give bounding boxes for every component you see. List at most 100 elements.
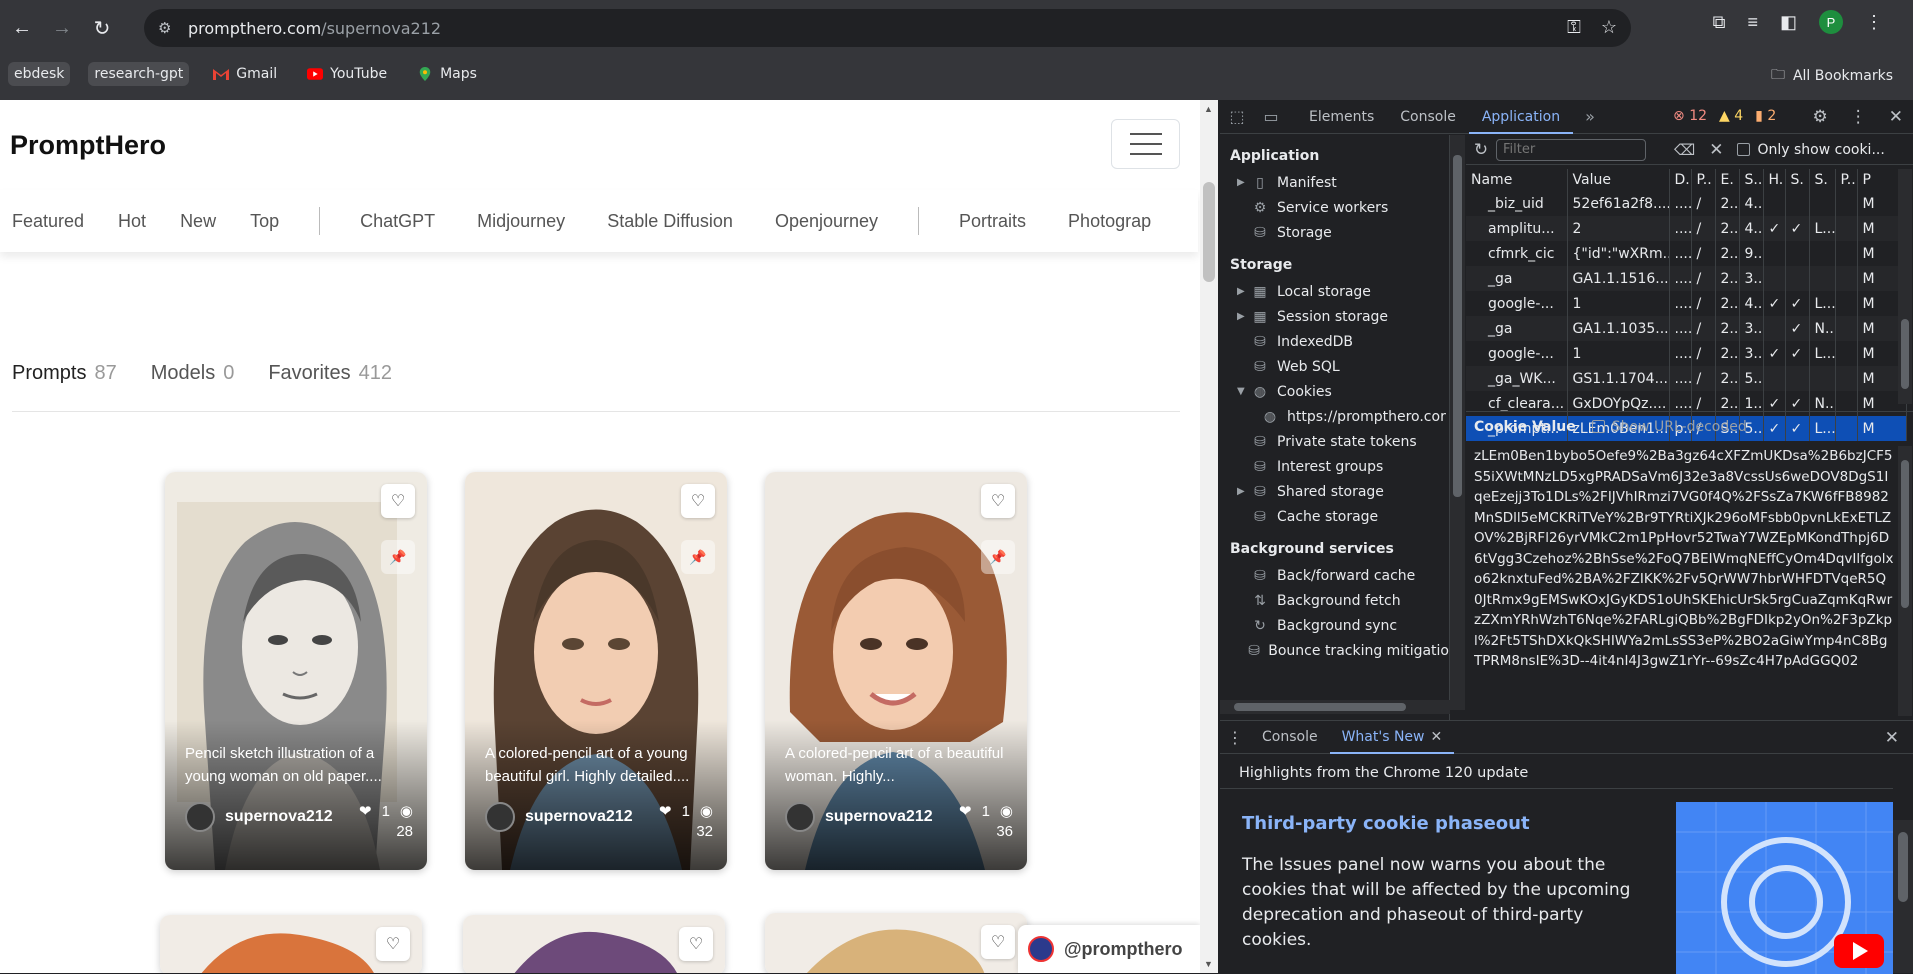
bookmark-maps[interactable]: Maps	[411, 62, 483, 86]
sidebar-item-shared-storage[interactable]: ▶ ⛁ Shared storage	[1237, 479, 1449, 504]
whats-new-scroll-thumb[interactable]	[1898, 832, 1908, 902]
cat-top[interactable]: Top	[228, 211, 291, 232]
cat-stable-diffusion[interactable]: Stable Diffusion	[577, 211, 745, 232]
col-secure[interactable]: S.	[1785, 169, 1810, 191]
site-brand[interactable]: PromptHero	[10, 130, 166, 161]
menu-kebab-icon[interactable]: ⋮	[1865, 12, 1883, 33]
settings-gear-icon[interactable]: ⚙	[1813, 107, 1828, 127]
whats-new-scrollbar[interactable]	[1893, 820, 1913, 973]
close-devtools-icon[interactable]: ✕	[1889, 107, 1903, 127]
bookmark-gmail[interactable]: Gmail	[207, 62, 283, 86]
forward-button[interactable]: →	[42, 8, 82, 48]
clear-filtered-cookies-icon[interactable]: ⌫	[1674, 141, 1695, 159]
card-author[interactable]: supernova212	[485, 802, 633, 832]
cat-chatgpt[interactable]: ChatGPT	[348, 211, 447, 232]
cat-openjourney[interactable]: Openjourney	[745, 211, 890, 232]
sidebar-item-manifest[interactable]: ▶ ▯ Manifest	[1237, 170, 1449, 195]
password-key-icon[interactable]: ⚿	[1567, 17, 1581, 38]
card-author[interactable]: supernova212	[785, 802, 933, 832]
sidebar-item-cookies[interactable]: ▼ ◍ Cookies	[1237, 379, 1449, 404]
table-row[interactable]: cfmrk_cic{"id":"wXRm......../2...9....M	[1466, 241, 1907, 266]
sidebar-item-local-storage[interactable]: ▶ ▦ Local storage	[1237, 279, 1449, 304]
menu-toggle-button[interactable]	[1111, 119, 1180, 169]
cookie-value-scrollbar[interactable]	[1898, 446, 1912, 716]
tab-application[interactable]: Application	[1468, 100, 1574, 134]
cat-new[interactable]: New	[158, 211, 228, 232]
expand-arrow-icon[interactable]: ▶	[1237, 486, 1249, 497]
drawer-tab-whats-new[interactable]: What's New ✕	[1329, 721, 1455, 754]
sidebar-item-cookie-origin[interactable]: ◍ https://prompthero.cor	[1237, 404, 1449, 429]
back-button[interactable]: ←	[2, 8, 42, 48]
sidebar-item-private-state-tokens[interactable]: ⛁ Private state tokens	[1237, 429, 1449, 454]
cookie-filter-input[interactable]	[1496, 138, 1646, 161]
col-path[interactable]: P..	[1691, 169, 1716, 191]
bookmark-ebdesk[interactable]: ebdesk	[8, 62, 71, 86]
col-value[interactable]: Value	[1567, 169, 1670, 191]
page-scrollbar[interactable]: ▲ ▼	[1200, 100, 1218, 973]
favorite-button[interactable]: ♡	[681, 484, 715, 518]
table-row[interactable]: _gaGA1.1.1516......../2...3....M	[1466, 266, 1907, 291]
side-panel-icon[interactable]: ◧	[1780, 12, 1797, 33]
sidebar-scroll-thumb[interactable]	[1453, 155, 1462, 497]
cat-portraits[interactable]: Portraits	[947, 211, 1038, 232]
expand-arrow-icon[interactable]: ▶	[1237, 177, 1249, 188]
favorite-button[interactable]: ♡	[381, 484, 415, 518]
scroll-down-arrow[interactable]: ▼	[1204, 959, 1213, 969]
expand-arrow-icon[interactable]: ▶	[1237, 311, 1249, 322]
address-bar[interactable]: ⚙ prompthero.com/supernova212 ⚿ ☆	[144, 9, 1631, 47]
card-caption[interactable]: A colored-pencil art of a young beautifu…	[485, 742, 709, 788]
page-scroll-thumb[interactable]	[1203, 182, 1215, 282]
cookies-table-scrollbar[interactable]	[1898, 169, 1912, 404]
more-tabs-icon[interactable]: »	[1573, 107, 1607, 126]
col-name[interactable]: Name	[1466, 169, 1568, 191]
col-domain[interactable]: D.	[1669, 169, 1692, 191]
refresh-icon[interactable]: ↻	[1466, 140, 1496, 160]
close-tab-icon[interactable]: ✕	[1431, 729, 1443, 745]
table-row[interactable]: google-...1..../2...4....✓✓L...M	[1466, 291, 1907, 316]
devtools-menu-icon[interactable]: ⋮	[1850, 107, 1867, 127]
close-drawer-icon[interactable]: ✕	[1885, 728, 1899, 748]
whats-new-title[interactable]: Third-party cookie phaseout	[1242, 813, 1530, 834]
bookmark-youtube[interactable]: YouTube	[301, 62, 393, 86]
sidebar-item-session-storage[interactable]: ▶ ▦ Session storage	[1237, 304, 1449, 329]
collapse-arrow-icon[interactable]: ▼	[1237, 386, 1249, 397]
prompt-card[interactable]: ♡	[463, 915, 725, 973]
table-row[interactable]: amplitu...2..../2...4....✓✓L...M	[1466, 216, 1907, 241]
whats-new-thumbnail[interactable]	[1676, 802, 1893, 974]
only-show-checkbox[interactable]	[1737, 143, 1751, 156]
tab-elements[interactable]: Elements	[1296, 100, 1387, 134]
card-caption[interactable]: A colored-pencil art of a beautiful woma…	[785, 742, 1009, 788]
col-size[interactable]: S..	[1739, 169, 1764, 191]
cookies-table-scroll-thumb[interactable]	[1901, 319, 1909, 389]
tab-favorites[interactable]: Favorites 412	[268, 362, 392, 385]
tab-console[interactable]: Console	[1387, 100, 1469, 134]
sidebar-hscrollbar[interactable]	[1220, 700, 1450, 714]
bookmark-star-icon[interactable]: ☆	[1601, 17, 1617, 38]
favorite-button[interactable]: ♡	[679, 927, 713, 961]
prompt-card[interactable]: ♡ 📌 A colored-pencil art of a young beau…	[465, 472, 727, 870]
prompthero-handle[interactable]: @prompthero	[1018, 925, 1200, 973]
tab-prompts[interactable]: Prompts 87	[12, 362, 117, 385]
cat-midjourney[interactable]: Midjourney	[447, 211, 577, 232]
profile-avatar[interactable]: P	[1819, 10, 1843, 34]
pin-button[interactable]: 📌	[381, 540, 415, 574]
prompt-card[interactable]: ♡ 📌 A colored-pencil art of a beautiful …	[765, 472, 1027, 870]
cookie-value-text[interactable]: zLEm0Ben1bybo5Oefe9%2Ba3gz64cXFZmUKDsa%2…	[1474, 446, 1894, 716]
cat-featured[interactable]: Featured	[0, 211, 96, 232]
table-row[interactable]: _biz_uid52ef61a2f8......../2...4....M	[1466, 191, 1907, 216]
table-row[interactable]: _gaGA1.1.1035......../2...3....✓N...M	[1466, 316, 1907, 341]
extensions-icon[interactable]: ⧉	[1713, 12, 1726, 33]
bookmark-research-gpt[interactable]: research-gpt	[88, 62, 190, 86]
favorite-button[interactable]: ♡	[376, 927, 410, 961]
issue-badges[interactable]: ⊗ 12 ▲ 4 ▮ 2	[1673, 108, 1776, 124]
sidebar-item-background-fetch[interactable]: ⇅ Background fetch	[1237, 588, 1449, 613]
pin-button[interactable]: 📌	[981, 540, 1015, 574]
sidebar-item-interest-groups[interactable]: ⛁ Interest groups	[1237, 454, 1449, 479]
site-info-icon[interactable]: ⚙	[158, 19, 188, 37]
sidebar-item-storage[interactable]: ⛁ Storage	[1237, 220, 1449, 245]
sidebar-item-background-sync[interactable]: ↻ Background sync	[1237, 613, 1449, 638]
prompt-card[interactable]: ♡ 📌 Pencil sketch illustration of a youn…	[165, 472, 427, 870]
tab-models[interactable]: Models 0	[151, 362, 235, 385]
expand-arrow-icon[interactable]: ▶	[1237, 286, 1249, 297]
sidebar-item-bfcache[interactable]: ⛁ Back/forward cache	[1237, 563, 1449, 588]
